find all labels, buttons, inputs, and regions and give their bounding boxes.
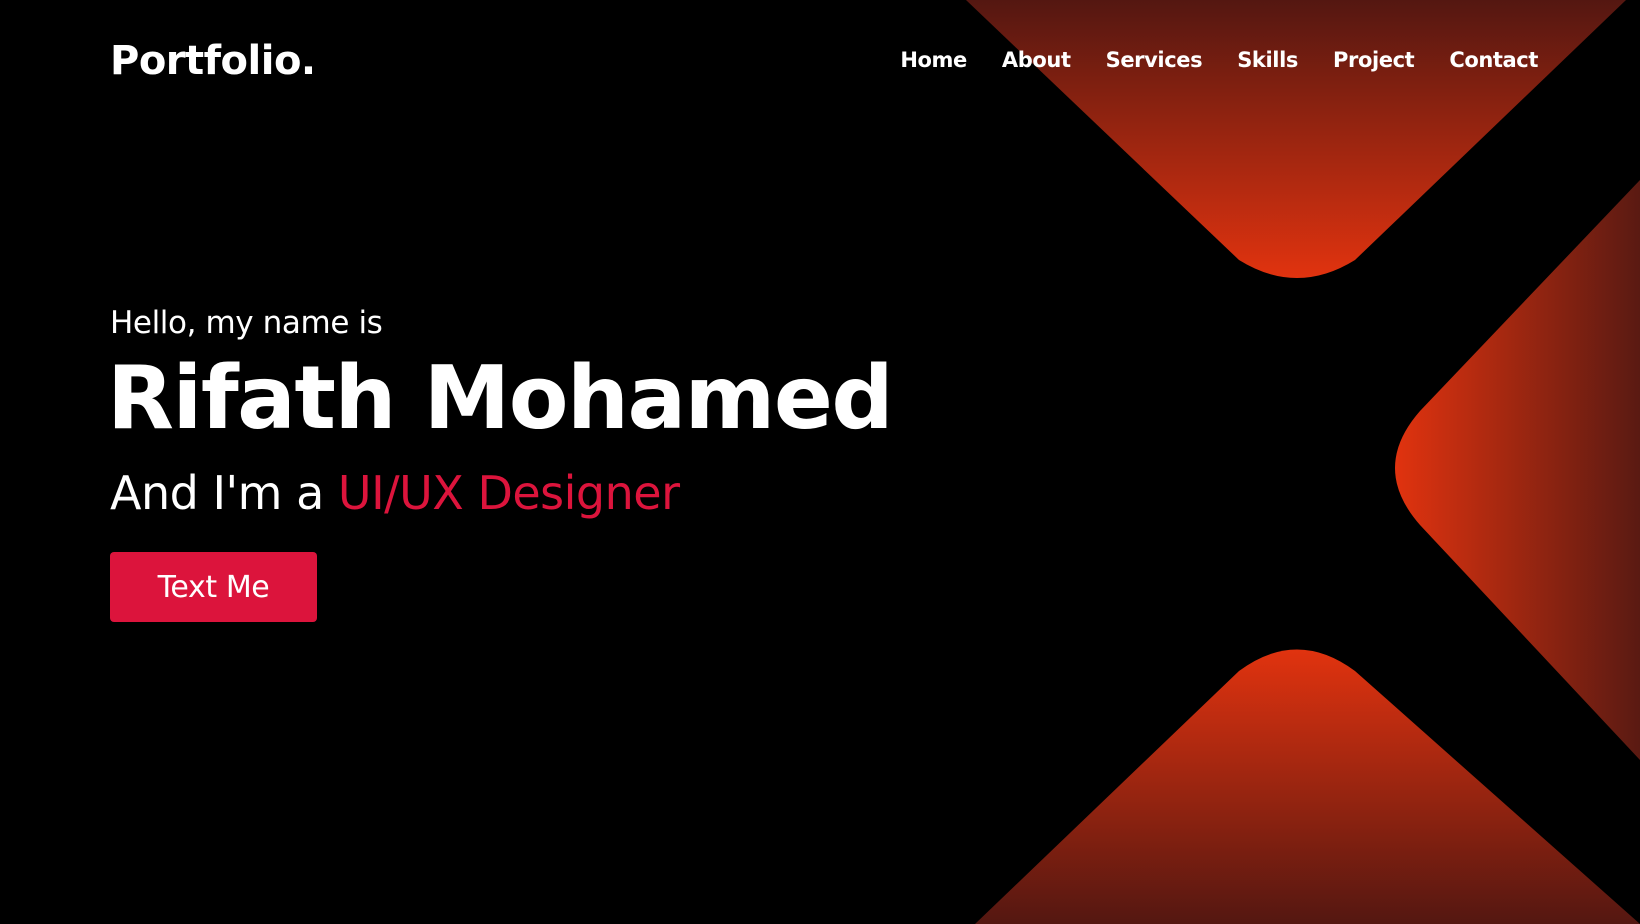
hero-greeting: Hello, my name is bbox=[110, 305, 383, 341]
brand-logo[interactable]: Portfolio. bbox=[110, 38, 316, 84]
hero-role-line: And I'm a UI/UX Designer bbox=[110, 470, 892, 516]
hero-role: UI/UX Designer bbox=[337, 466, 680, 520]
text-me-button[interactable]: Text Me bbox=[110, 552, 317, 622]
top-navbar: Portfolio. Home About Services Skills Pr… bbox=[0, 0, 1640, 128]
bottom-triangle-shape bbox=[975, 649, 1640, 924]
nav-link-project[interactable]: Project bbox=[1333, 48, 1415, 72]
nav-link-contact[interactable]: Contact bbox=[1449, 48, 1538, 72]
hero-role-prefix: And I'm a bbox=[110, 466, 338, 520]
landing-page: Portfolio. Home About Services Skills Pr… bbox=[0, 0, 1640, 924]
nav-menu: Home About Services Skills Project Conta… bbox=[865, 48, 1538, 72]
right-triangle-shape bbox=[1395, 180, 1640, 760]
nav-link-home[interactable]: Home bbox=[900, 48, 967, 72]
hero-section: Hello, my name is Rifath Mohamed And I'm… bbox=[107, 305, 894, 622]
nav-link-about[interactable]: About bbox=[1002, 48, 1071, 72]
hero-name: Rifath Mohamed bbox=[107, 347, 894, 449]
nav-link-services[interactable]: Services bbox=[1106, 48, 1203, 72]
nav-link-skills[interactable]: Skills bbox=[1237, 48, 1298, 72]
